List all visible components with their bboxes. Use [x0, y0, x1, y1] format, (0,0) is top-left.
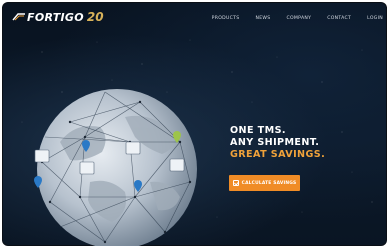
checkbox-icon	[232, 180, 239, 186]
site-header: FORTIGO 20 PRODUCTS NEWS COMPANY CONTACT…	[2, 2, 387, 32]
nav-company[interactable]: COMPANY	[286, 16, 311, 21]
anniversary-badge: 20	[86, 10, 104, 24]
calculate-savings-button[interactable]: CALCULATE SAVINGS	[229, 175, 300, 191]
nav-news[interactable]: NEWS	[255, 16, 270, 21]
brand-logo[interactable]: FORTIGO 20	[12, 10, 104, 24]
main-nav: PRODUCTS NEWS COMPANY CONTACT LOGIN	[212, 16, 383, 21]
headline-line-2: ANY SHIPMENT.	[230, 137, 320, 148]
logo-mark-icon	[12, 13, 25, 21]
brand-name: FORTIGO	[27, 10, 84, 24]
nav-contact[interactable]: CONTACT	[327, 16, 351, 21]
headline-line-3: GREAT SAVINGS.	[230, 149, 326, 160]
globe-network-icon	[34, 89, 197, 246]
nav-products[interactable]: PRODUCTS	[212, 16, 240, 21]
cta-label: CALCULATE SAVINGS	[241, 180, 297, 186]
hero-headline: ONE TMS. ANY SHIPMENT. GREAT SAVINGS.	[230, 125, 325, 161]
nav-login[interactable]: LOGIN	[367, 16, 383, 21]
screen: FORTIGO 20 PRODUCTS NEWS COMPANY CONTACT…	[2, 2, 387, 246]
headline-line-1: ONE TMS.	[230, 125, 286, 136]
